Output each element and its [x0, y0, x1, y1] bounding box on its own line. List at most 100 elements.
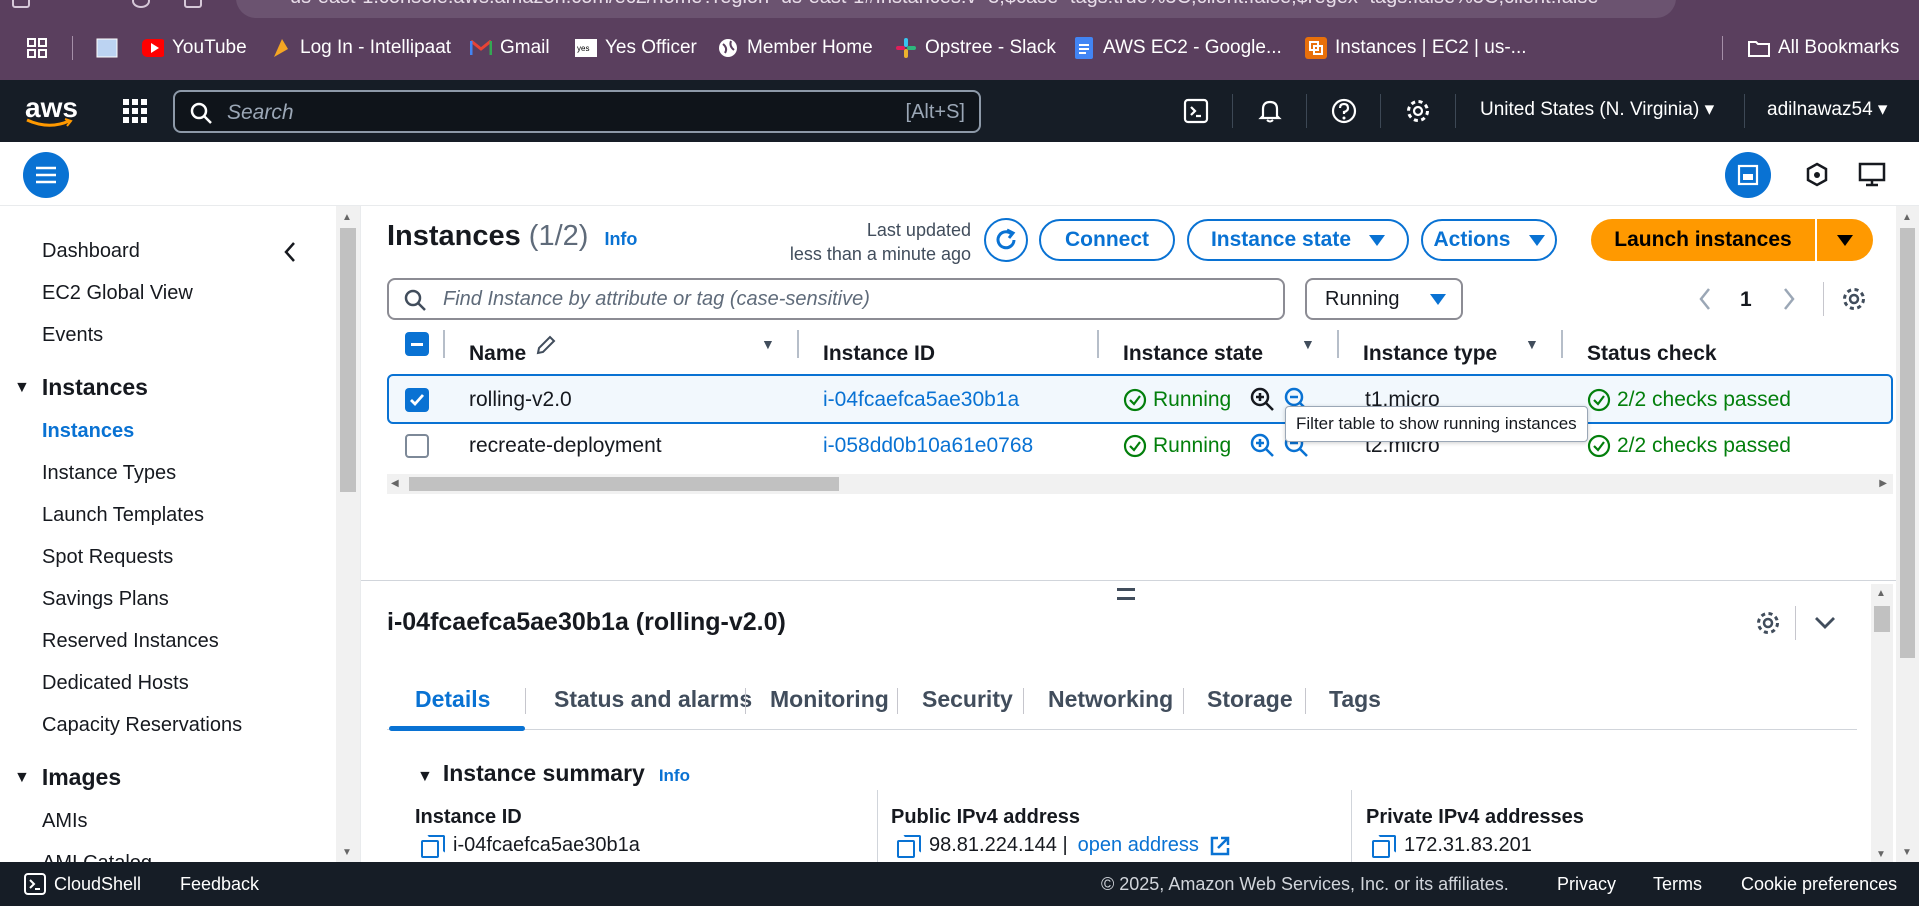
feedback-link[interactable]: Feedback: [180, 874, 259, 895]
tab-security[interactable]: Security: [922, 686, 1013, 713]
aws-logo[interactable]: aws: [25, 92, 78, 128]
state-filter-select[interactable]: Running: [1305, 278, 1463, 320]
scroll-up-icon[interactable]: ▲: [342, 212, 352, 223]
sidebar-item-spot-requests[interactable]: Spot Requests: [42, 546, 173, 569]
notifications-bell-icon[interactable]: [1253, 94, 1287, 128]
current-page[interactable]: 1: [1740, 288, 1752, 312]
address-bar-url[interactable]: us-east-1.console.aws.amazon.com/ec2/hom…: [290, 0, 1599, 9]
sidebar-item-amis[interactable]: AMIs: [42, 810, 88, 833]
launch-instances-button[interactable]: Launch instances: [1591, 219, 1815, 261]
sidebar-item-capacity-reservations[interactable]: Capacity Reservations: [42, 714, 242, 737]
cloudshell-icon[interactable]: [1179, 94, 1213, 128]
sidebar-item-dedicated-hosts[interactable]: Dedicated Hosts: [42, 672, 189, 695]
scroll-down-icon[interactable]: ▼: [1876, 849, 1886, 860]
extensions-icon[interactable]: [184, 0, 202, 8]
summary-info-link[interactable]: Info: [659, 766, 690, 786]
global-search-input[interactable]: Search [Alt+S]: [173, 90, 981, 133]
zoom-in-filter-icon[interactable]: [1249, 432, 1275, 458]
scroll-up-icon[interactable]: ▲: [1876, 588, 1886, 599]
sidebar-item-launch-templates[interactable]: Launch Templates: [42, 504, 204, 527]
table-preferences-gear-icon[interactable]: [1841, 286, 1867, 312]
bookmark-member-home[interactable]: Member Home: [717, 30, 873, 66]
sort-caret-icon[interactable]: ▼: [1301, 336, 1315, 352]
tools-icon[interactable]: [1803, 161, 1831, 189]
sidebar-scrollbar[interactable]: ▲ ▼: [336, 206, 360, 862]
info-link[interactable]: Info: [604, 229, 637, 250]
back-icon[interactable]: [12, 0, 30, 8]
tab-details[interactable]: Details: [415, 686, 490, 713]
table-row[interactable]: recreate-deployment i-058dd0b10a61e0768 …: [387, 422, 1893, 470]
bookmark-yes-officer[interactable]: yes Yes Officer: [575, 30, 697, 66]
table-row[interactable]: rolling-v2.0 i-04fcaefca5ae30b1a Running…: [387, 374, 1893, 424]
instance-id-link[interactable]: i-04fcaefca5ae30b1a: [823, 388, 1019, 412]
table-horizontal-scrollbar[interactable]: ◀ ▶: [387, 474, 1893, 494]
sort-caret-icon[interactable]: ▼: [1525, 336, 1539, 352]
select-all-checkbox[interactable]: [405, 332, 429, 356]
sidebar-item-ami-catalog[interactable]: AMI Catalog: [42, 852, 152, 862]
copy-icon[interactable]: [1372, 834, 1396, 858]
sidebar-section-instances[interactable]: ▼ Instances: [14, 374, 148, 401]
sidebar-section-images[interactable]: ▼ Images: [14, 764, 121, 791]
bookmark-instances-ec2[interactable]: Instances | EC2 | us-...: [1305, 30, 1527, 66]
region-selector[interactable]: United States (N. Virginia) ▾: [1480, 98, 1714, 121]
bookmark-youtube[interactable]: YouTube: [142, 30, 247, 66]
split-panel-toggle[interactable]: [1725, 152, 1771, 198]
sidebar-item-dashboard[interactable]: Dashboard: [42, 240, 140, 263]
collapse-detail-chevron-icon[interactable]: [1813, 612, 1837, 634]
help-icon[interactable]: [1327, 94, 1361, 128]
next-page-icon[interactable]: [1781, 286, 1797, 312]
actions-button[interactable]: Actions: [1421, 219, 1557, 261]
bookmark-intellipaat[interactable]: Log In - Intellipaat: [270, 30, 451, 66]
tab-storage[interactable]: Storage: [1207, 686, 1293, 713]
cloudshell-link[interactable]: CloudShell: [54, 874, 141, 895]
feedback-monitor-icon[interactable]: [1858, 161, 1888, 189]
scroll-left-icon[interactable]: ◀: [391, 478, 399, 489]
resize-handle-icon[interactable]: [1117, 588, 1135, 600]
cloudshell-icon[interactable]: [24, 873, 46, 895]
row-checkbox[interactable]: [405, 388, 429, 412]
sidebar-item-global-view[interactable]: EC2 Global View: [42, 282, 193, 305]
scrollbar-thumb[interactable]: [409, 477, 839, 491]
external-link-icon[interactable]: [1209, 835, 1231, 857]
detail-settings-gear-icon[interactable]: [1755, 610, 1781, 636]
sidebar-item-savings-plans[interactable]: Savings Plans: [42, 588, 169, 611]
connect-button[interactable]: Connect: [1039, 219, 1175, 261]
sidebar-item-instance-types[interactable]: Instance Types: [42, 462, 176, 485]
instance-state-button[interactable]: Instance state: [1187, 219, 1409, 261]
prev-page-icon[interactable]: [1697, 286, 1713, 312]
privacy-link[interactable]: Privacy: [1557, 874, 1616, 895]
bookmark-gmail[interactable]: Gmail: [470, 30, 550, 66]
scrollbar-thumb[interactable]: [1874, 606, 1890, 632]
scroll-down-icon[interactable]: ▼: [1902, 847, 1912, 858]
copy-icon[interactable]: [897, 834, 921, 858]
edit-pencil-icon[interactable]: [535, 334, 557, 356]
tab-tags[interactable]: Tags: [1329, 686, 1381, 713]
detail-scrollbar[interactable]: ▲ ▼: [1871, 584, 1893, 862]
scroll-right-icon[interactable]: ▶: [1879, 478, 1887, 489]
zoom-in-filter-icon[interactable]: [1249, 386, 1275, 412]
all-bookmarks[interactable]: All Bookmarks: [1748, 30, 1899, 66]
tab-monitoring[interactable]: Monitoring: [770, 686, 889, 713]
refresh-button[interactable]: [984, 218, 1028, 262]
scroll-down-icon[interactable]: ▼: [342, 847, 352, 858]
cookie-preferences-link[interactable]: Cookie preferences: [1741, 874, 1897, 895]
sidebar-item-events[interactable]: Events: [42, 324, 103, 347]
scrollbar-thumb[interactable]: [1900, 228, 1915, 658]
row-checkbox[interactable]: [405, 434, 429, 458]
copy-icon[interactable]: [421, 834, 445, 858]
instance-filter-input[interactable]: Find Instance by attribute or tag (case-…: [387, 278, 1285, 320]
settings-gear-icon[interactable]: [1401, 94, 1435, 128]
instance-id-link[interactable]: i-058dd0b10a61e0768: [823, 434, 1033, 458]
collapse-sidebar-icon[interactable]: [282, 240, 298, 264]
side-navigation-toggle[interactable]: [23, 152, 69, 198]
open-address-link[interactable]: open address: [1078, 834, 1199, 857]
bookmark-aws-ec2-doc[interactable]: AWS EC2 - Google...: [1073, 30, 1282, 66]
launch-dropdown-button[interactable]: [1817, 219, 1873, 261]
tab-networking[interactable]: Networking: [1048, 686, 1173, 713]
services-grid-icon[interactable]: [118, 94, 152, 128]
terms-link[interactable]: Terms: [1653, 874, 1702, 895]
sort-caret-icon[interactable]: ▼: [761, 336, 775, 352]
reload-icon[interactable]: [132, 0, 150, 8]
tab-status-and-alarms[interactable]: Status and alarms: [554, 686, 752, 713]
scroll-up-icon[interactable]: ▲: [1902, 212, 1912, 223]
